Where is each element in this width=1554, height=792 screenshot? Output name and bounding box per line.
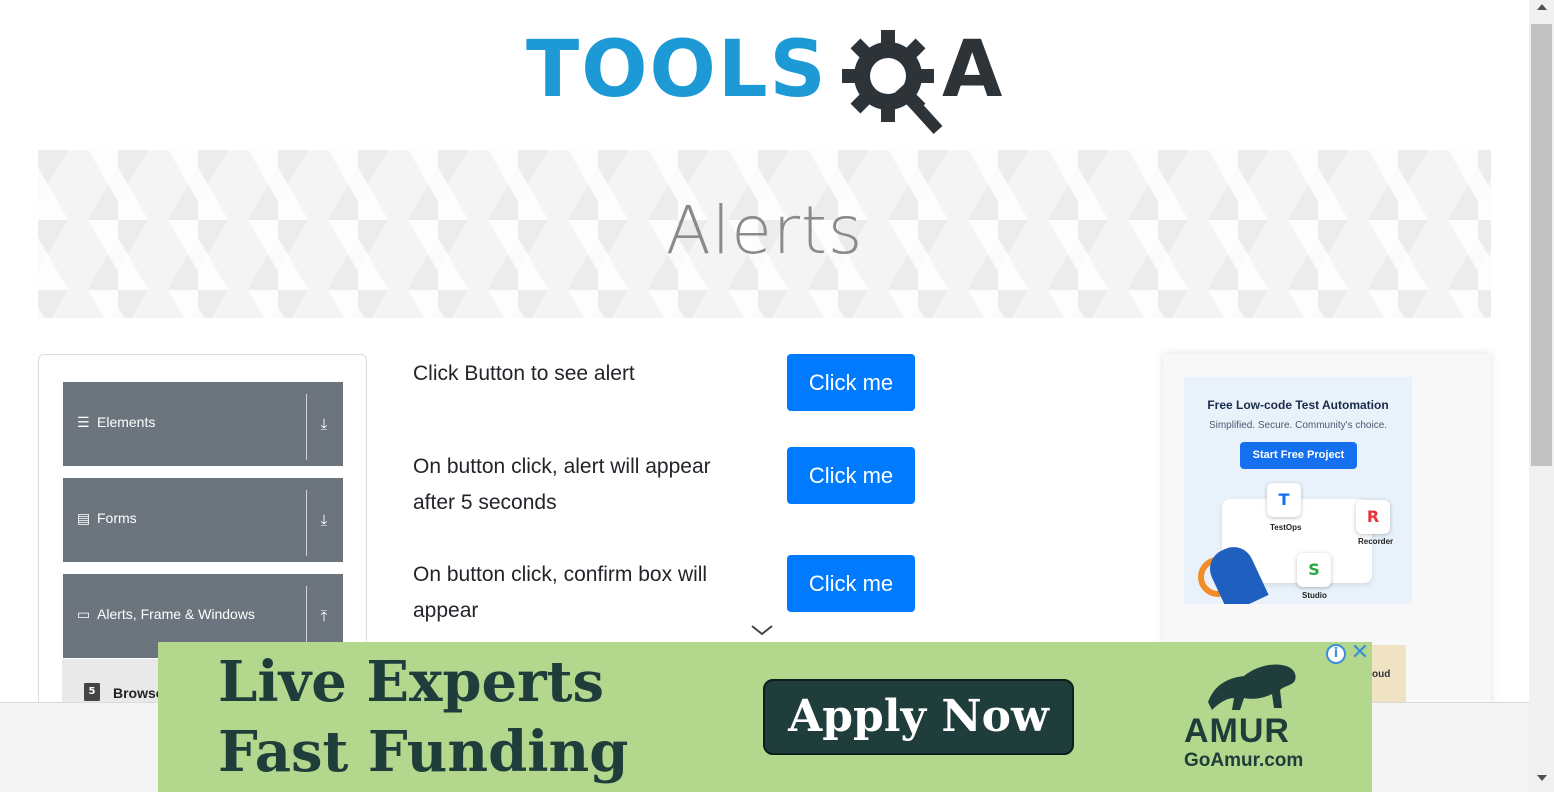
vertical-scrollbar[interactable] xyxy=(1529,0,1554,792)
logo-a-letter: A xyxy=(942,25,1003,115)
alert-row-text-3: On button click, confirm box will appear xyxy=(413,563,708,622)
app-label: Recorder xyxy=(1358,537,1394,546)
divider xyxy=(306,490,307,556)
download-arrow-icon[interactable]: ⤓ xyxy=(314,510,334,530)
page-title: Alerts xyxy=(665,192,864,269)
app-label: Studio xyxy=(1302,591,1327,600)
form-list-icon: ▤ xyxy=(77,511,91,527)
sidebar-group-label: Alerts, Frame & Windows xyxy=(97,606,255,622)
gear-q-icon xyxy=(842,30,943,135)
ad-headline-line1: Live Experts xyxy=(218,649,605,715)
bottom-ad-banner[interactable]: Live Experts Fast Funding Apply Now AMUR… xyxy=(158,642,1372,792)
scroll-down-arrow-icon[interactable] xyxy=(1537,775,1547,781)
upload-arrow-icon[interactable]: ⤒ xyxy=(314,606,334,626)
chevron-down-icon[interactable] xyxy=(750,622,774,638)
page: TOOLS A Alerts ☰ Elements ⤓ ▤ Forms ⤓ ▭ … xyxy=(0,0,1554,792)
download-arrow-icon[interactable]: ⤓ xyxy=(314,414,334,434)
side-ad[interactable]: Free Low-code Test Automation Simplified… xyxy=(1184,377,1412,604)
sidebar-group-forms[interactable]: ▤ Forms ⤓ xyxy=(63,478,343,562)
hamburger-icon: ☰ xyxy=(77,415,90,431)
sidebar-group-label: Elements xyxy=(97,414,156,430)
apply-now-button[interactable]: Apply Now xyxy=(763,679,1074,755)
window-icon: ▭ xyxy=(77,607,91,623)
ad-brand-name: AMUR xyxy=(1184,712,1290,750)
ad-info-icon[interactable]: i xyxy=(1326,644,1346,664)
testops-icon: T xyxy=(1267,483,1301,517)
alert-button[interactable]: Click me xyxy=(787,354,915,411)
html5-icon: 5 xyxy=(84,683,100,701)
recorder-icon: R xyxy=(1356,500,1390,534)
alert-row-text-2: On button click, alert will appear after… xyxy=(413,455,711,514)
logo-text: TOOLS xyxy=(526,25,828,115)
sidebar-group-elements[interactable]: ☰ Elements ⤓ xyxy=(63,382,343,466)
sidebar-group-label: Forms xyxy=(97,510,137,526)
scroll-thumb[interactable] xyxy=(1531,24,1552,466)
ad-headline-line2: Fast Funding xyxy=(218,719,629,785)
toolsqa-logo[interactable]: TOOLS A xyxy=(526,24,1010,136)
app-label: TestOps xyxy=(1270,523,1302,532)
side-ad-subtitle: Simplified. Secure. Community's choice. xyxy=(1208,420,1388,431)
confirm-button[interactable]: Click me xyxy=(787,555,915,612)
studio-icon: S xyxy=(1297,553,1331,587)
timer-alert-button[interactable]: Click me xyxy=(787,447,915,504)
ad-close-icon[interactable]: ✕ xyxy=(1350,642,1370,664)
side-ad-cta-button[interactable]: Start Free Project xyxy=(1240,442,1357,469)
side-ad-title: Free Low-code Test Automation xyxy=(1207,398,1389,412)
divider xyxy=(306,394,307,460)
ad-brand-url: GoAmur.com xyxy=(1184,750,1304,771)
side-ad-secondary-text: oud xyxy=(1372,669,1391,680)
scroll-up-arrow-icon[interactable] xyxy=(1537,4,1547,10)
alert-row-text-1: Click Button to see alert xyxy=(413,362,635,385)
leopard-logo-icon xyxy=(1208,664,1296,710)
page-banner: Alerts xyxy=(38,150,1491,318)
